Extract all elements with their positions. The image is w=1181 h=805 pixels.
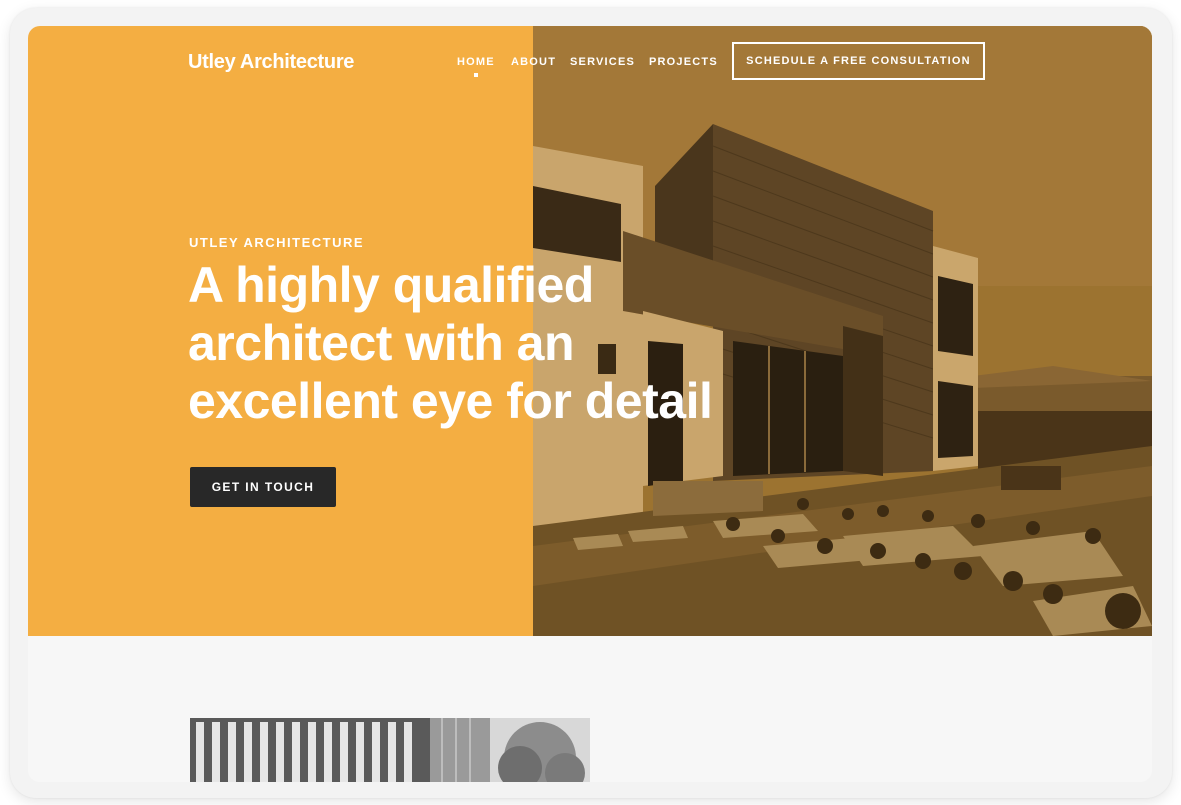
browser-viewport: Utley Architecture HOME ABOUT SERVICES P… — [28, 26, 1152, 782]
active-nav-indicator — [474, 73, 478, 77]
site-logo[interactable]: Utley Architecture — [188, 51, 354, 74]
nav-item-services[interactable]: SERVICES — [570, 56, 635, 68]
hero-eyebrow: UTLEY ARCHITECTURE — [189, 235, 365, 250]
headline-line: excellent eye for detail — [188, 373, 713, 429]
headline-line: architect with an — [188, 315, 575, 371]
get-in-touch-button[interactable]: GET IN TOUCH — [190, 467, 336, 507]
building-facade-image — [190, 718, 590, 782]
schedule-consultation-button[interactable]: SCHEDULE A FREE CONSULTATION — [732, 42, 985, 80]
nav-item-projects[interactable]: PROJECTS — [649, 56, 718, 68]
nav-item-about[interactable]: ABOUT — [511, 56, 556, 68]
hero-headline: A highly qualified architect with an exc… — [188, 256, 808, 430]
nav-item-home[interactable]: HOME — [457, 56, 495, 68]
headline-line: A highly qualified — [188, 257, 594, 313]
hero-section: Utley Architecture HOME ABOUT SERVICES P… — [28, 26, 1152, 636]
